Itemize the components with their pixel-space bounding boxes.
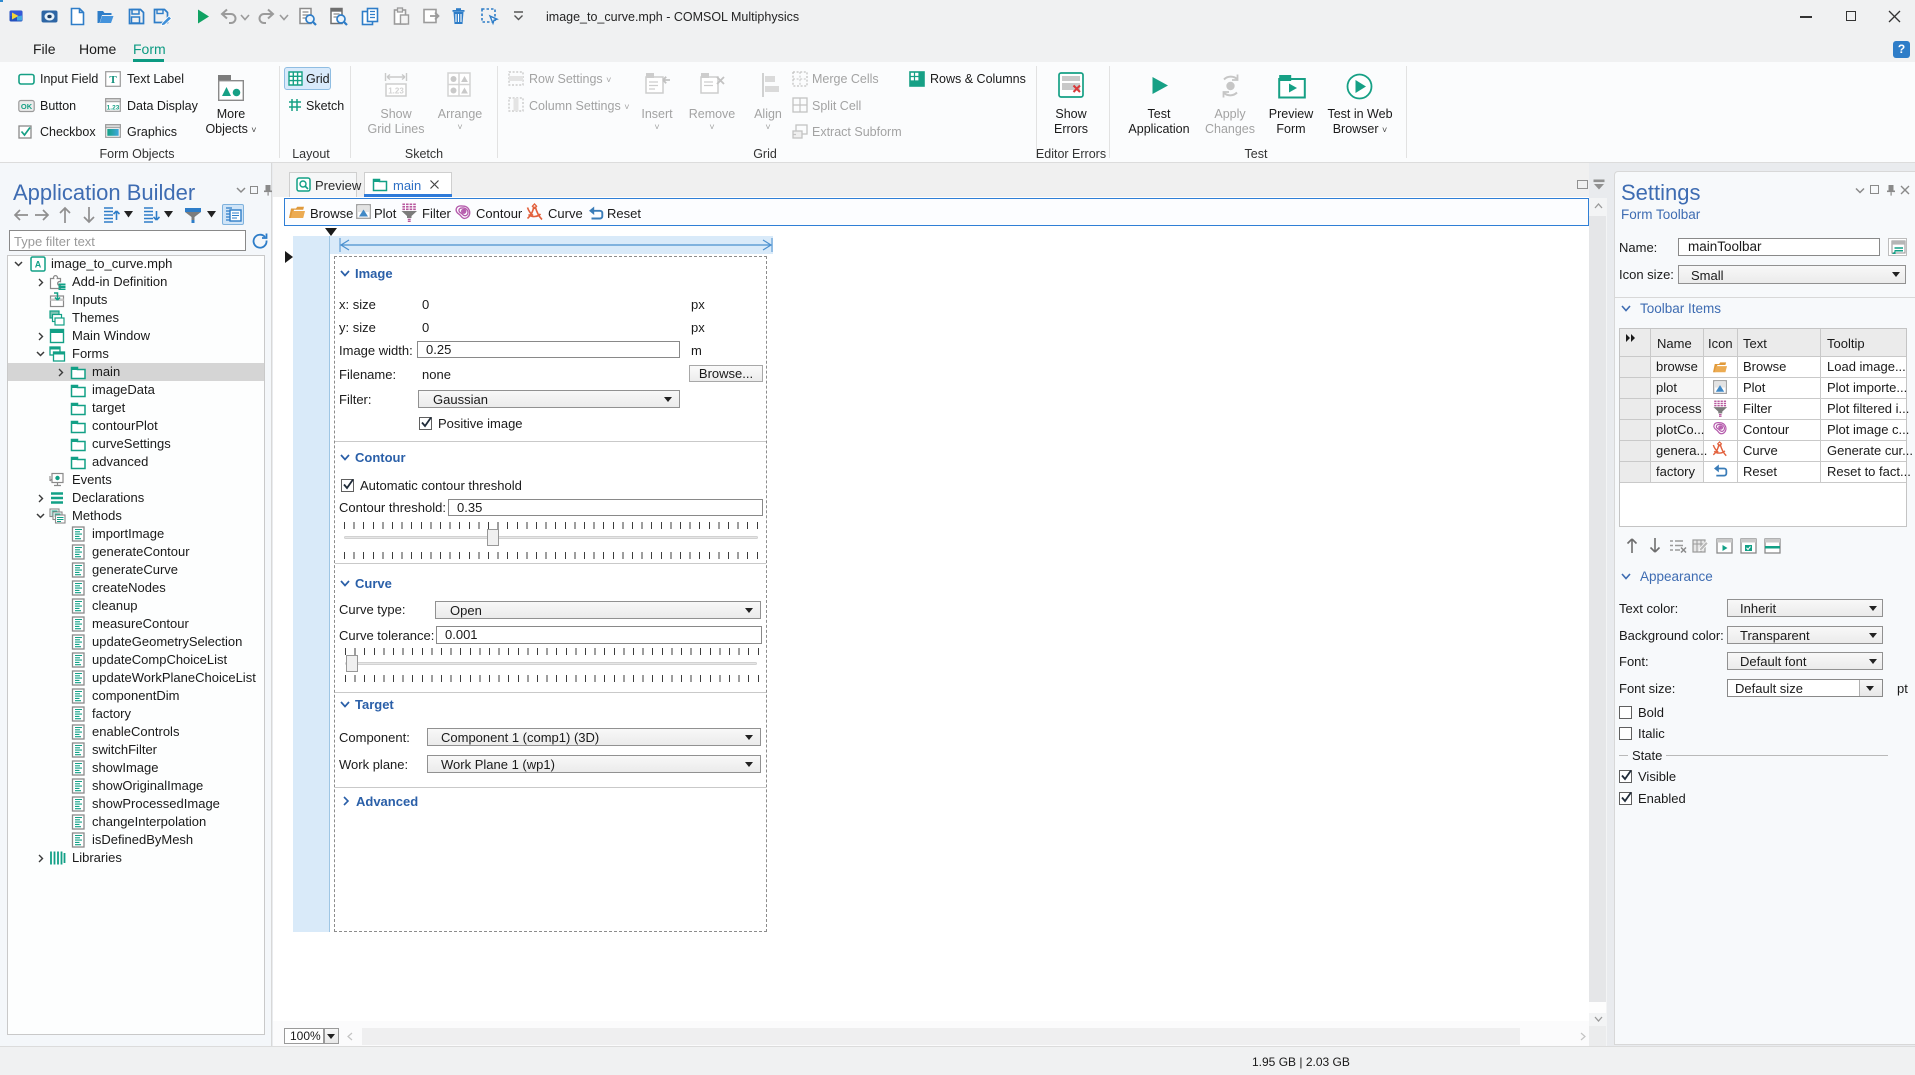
svg-text:1.23: 1.23 bbox=[107, 105, 120, 112]
svg-text:A: A bbox=[35, 260, 42, 270]
svg-text:1.23: 1.23 bbox=[388, 87, 404, 96]
svg-text:T: T bbox=[109, 74, 117, 86]
svg-text:OK: OK bbox=[21, 102, 33, 111]
